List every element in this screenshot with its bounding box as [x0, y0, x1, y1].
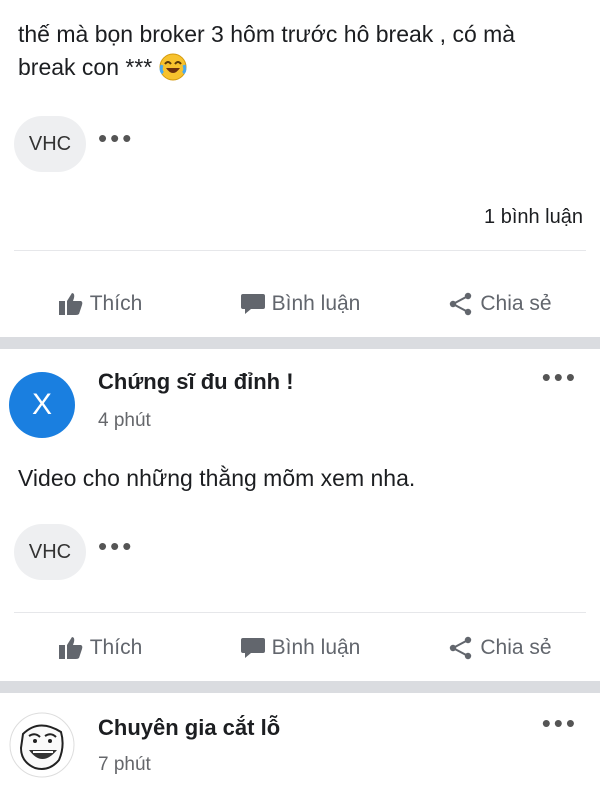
divider	[14, 612, 586, 613]
post-options-button[interactable]: •••	[542, 710, 578, 736]
tags-more-button[interactable]: •••	[98, 125, 134, 155]
thumbs-up-icon	[58, 637, 83, 659]
divider	[14, 250, 586, 251]
laughing-tears-emoji-icon	[159, 53, 187, 90]
post-time[interactable]: 7 phút	[98, 754, 151, 776]
comment-bubble-icon	[240, 638, 265, 658]
tag-row: VHC •••	[14, 116, 134, 172]
post-text: Video cho những thằng mõm xem nha.	[18, 465, 416, 491]
author-name[interactable]: Chứng sĩ đu đỉnh !	[98, 369, 294, 395]
tag-row: VHC •••	[14, 524, 134, 580]
like-button[interactable]: Thích	[0, 276, 200, 332]
post-separator	[0, 337, 600, 349]
like-label: Thích	[89, 292, 143, 315]
comment-label: Bình luận	[271, 636, 361, 659]
post-text: thế mà bọn broker 3 hôm trước hô break ,…	[18, 18, 515, 90]
share-label: Chia sẻ	[480, 636, 552, 659]
avatar[interactable]: X	[9, 372, 75, 438]
post-text-line-1: thế mà bọn broker 3 hôm trước hô break ,…	[18, 21, 516, 47]
comment-button[interactable]: Bình luận	[200, 620, 400, 676]
tags-more-button[interactable]: •••	[98, 533, 134, 563]
comment-label: Bình luận	[271, 292, 361, 315]
post-separator	[0, 681, 600, 693]
post-time[interactable]: 4 phút	[98, 410, 151, 432]
share-icon	[450, 292, 472, 316]
share-icon	[450, 636, 472, 660]
author-name[interactable]: Chuyên gia cắt lỗ	[98, 715, 280, 741]
comment-bubble-icon	[240, 294, 265, 314]
comment-count[interactable]: 1 bình luận	[484, 206, 583, 229]
comment-button[interactable]: Bình luận	[200, 276, 400, 332]
tag-chip-vhc[interactable]: VHC	[14, 524, 86, 580]
post-options-button[interactable]: •••	[542, 364, 578, 390]
post-text-line-2-wrap: break con ***	[18, 51, 515, 90]
like-label: Thích	[89, 636, 143, 659]
thumbs-up-icon	[58, 293, 83, 315]
troll-face-avatar-icon[interactable]	[9, 712, 75, 778]
like-button[interactable]: Thích	[0, 620, 200, 676]
post-text-line-2: break con ***	[18, 54, 153, 80]
post-1-action-bar: Thích Bình luận Chia sẻ	[0, 276, 600, 332]
share-label: Chia sẻ	[480, 292, 552, 315]
tag-chip-vhc[interactable]: VHC	[14, 116, 86, 172]
share-button[interactable]: Chia sẻ	[400, 276, 600, 332]
post-2-action-bar: Thích Bình luận Chia sẻ	[0, 620, 600, 676]
share-button[interactable]: Chia sẻ	[400, 620, 600, 676]
